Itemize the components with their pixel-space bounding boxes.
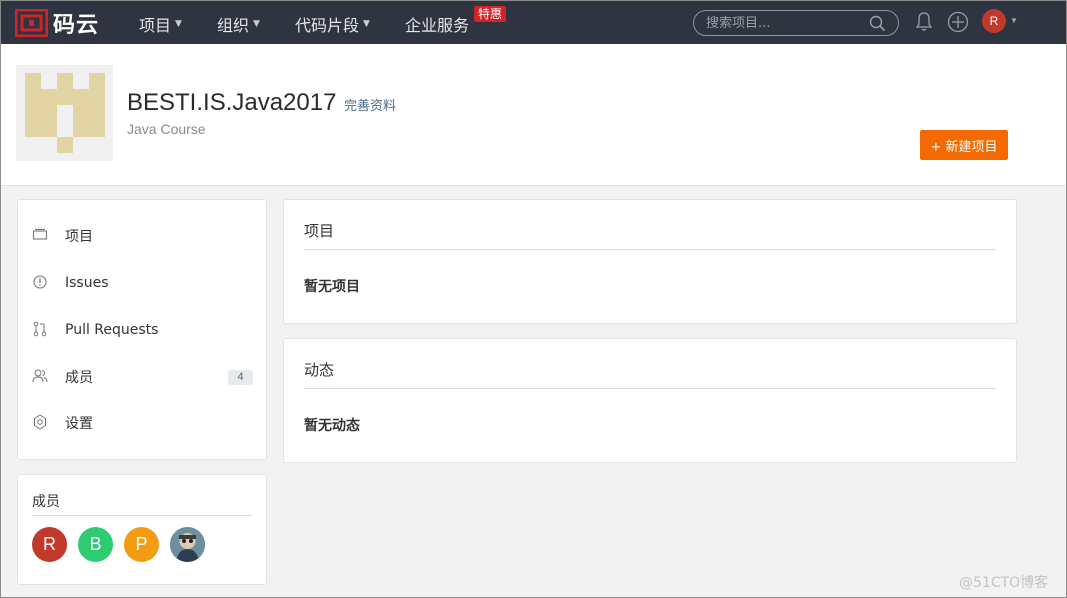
folder-icon — [32, 227, 48, 243]
bell-icon[interactable] — [915, 11, 933, 35]
org-name: BESTI.IS.Java2017 — [127, 89, 337, 116]
org-description: Java Course — [127, 121, 206, 137]
nav-organizations-label: 组织 — [217, 16, 250, 35]
sidebar-item-settings[interactable]: 设置 — [18, 400, 266, 446]
issue-icon — [32, 274, 48, 290]
top-navbar: 码云 项目 ▼ 组织 ▼ 代码片段 ▼ 企业服务 特惠 搜索项目... R ▼ — [1, 1, 1066, 44]
nav-projects-label: 项目 — [139, 16, 172, 35]
gear-icon — [32, 414, 48, 430]
new-project-button[interactable]: + 新建项目 — [920, 130, 1008, 160]
members-title: 成员 — [32, 494, 60, 510]
promo-badge: 特惠 — [474, 6, 507, 22]
sidebar-item-label: Pull Requests — [65, 322, 159, 338]
sidebar-item-issues[interactable]: Issues — [18, 260, 266, 306]
user-avatar[interactable]: R — [982, 9, 1006, 33]
chevron-down-icon[interactable]: ▼ — [1010, 16, 1018, 25]
member-avatar[interactable]: P — [124, 527, 159, 562]
sidebar-item-pull-requests[interactable]: Pull Requests — [18, 307, 266, 353]
member-avatar-photo[interactable] — [170, 527, 205, 562]
members-icon — [32, 368, 48, 384]
divider — [32, 515, 252, 516]
chevron-down-icon: ▼ — [363, 19, 370, 29]
nav-snippets[interactable]: 代码片段 ▼ — [295, 12, 370, 36]
logo-text: 码云 — [53, 12, 100, 38]
search-box — [693, 10, 899, 36]
logo-icon — [15, 8, 48, 37]
nav-snippets-label: 代码片段 — [295, 16, 360, 35]
members-count-badge: 4 — [228, 369, 253, 385]
sidebar-menu: 项目 Issues Pull Requests 成员 4 设置 — [17, 199, 267, 460]
projects-empty-text: 暂无项目 — [304, 279, 360, 295]
search-icon[interactable] — [869, 15, 886, 35]
sidebar-item-members[interactable]: 成员 4 — [18, 354, 266, 400]
projects-card-title: 项目 — [304, 222, 335, 240]
activity-empty-text: 暂无动态 — [304, 418, 360, 434]
chevron-down-icon: ▼ — [253, 19, 260, 29]
nav-enterprise-label: 企业服务 — [405, 16, 470, 35]
activity-card-title: 动态 — [304, 361, 335, 379]
projects-card: 项目 暂无项目 — [283, 199, 1017, 324]
org-avatar — [16, 65, 113, 161]
sidebar-item-projects[interactable]: 项目 — [18, 213, 266, 259]
sidebar-item-label: 项目 — [65, 229, 93, 245]
activity-card: 动态 暂无动态 — [283, 338, 1017, 463]
member-avatar[interactable]: R — [32, 527, 67, 562]
nav-projects[interactable]: 项目 ▼ — [139, 12, 182, 36]
nav-enterprise[interactable]: 企业服务 — [405, 12, 469, 36]
edit-profile-link[interactable]: 完善资料 — [344, 95, 396, 114]
search-input[interactable] — [706, 11, 866, 35]
profile-header: BESTI.IS.Java2017 完善资料 Java Course + 新建项… — [1, 44, 1066, 186]
sidebar-item-label: 成员 — [65, 370, 93, 386]
sidebar-item-label: Issues — [65, 275, 109, 291]
watermark: @51CTO博客 — [959, 575, 1049, 591]
member-avatar[interactable]: B — [78, 527, 113, 562]
sidebar-item-label: 设置 — [65, 416, 93, 432]
divider — [304, 249, 996, 250]
divider — [304, 388, 996, 389]
members-card: 成员 R B P — [17, 474, 267, 585]
pull-request-icon — [32, 321, 48, 337]
logo[interactable]: 码云 — [15, 7, 125, 39]
add-icon[interactable] — [947, 11, 969, 36]
chevron-down-icon: ▼ — [175, 19, 182, 29]
nav-organizations[interactable]: 组织 ▼ — [217, 12, 260, 36]
